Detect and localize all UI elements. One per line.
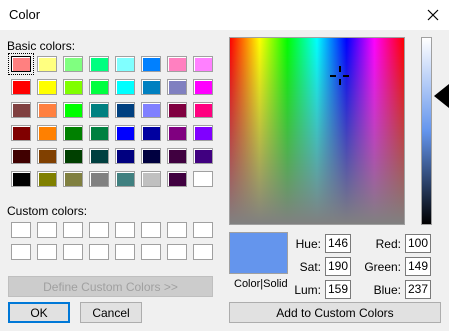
red-field[interactable]: 100 [405,234,431,253]
basic-color-swatch[interactable] [115,79,135,95]
basic-color-swatch[interactable] [193,102,213,118]
basic-color-swatch[interactable] [115,56,135,72]
basic-color-swatch[interactable] [141,171,161,187]
basic-color-swatch[interactable] [167,56,187,72]
basic-color-swatch[interactable] [37,171,57,187]
custom-color-swatch[interactable] [193,244,213,260]
crosshair-icon [330,66,349,85]
basic-color-swatch[interactable] [115,171,135,187]
blue-label: Blue: [373,283,401,297]
custom-color-swatch[interactable] [167,244,187,260]
basic-color-swatch[interactable] [8,53,34,75]
basic-color-swatch[interactable] [37,79,57,95]
basic-color-swatch[interactable] [89,148,109,164]
basic-color-swatch[interactable] [89,56,109,72]
title-bar: Color [0,0,449,30]
basic-color-swatch[interactable] [37,56,57,72]
basic-color-swatch[interactable] [89,171,109,187]
basic-color-swatch[interactable] [115,125,135,141]
red-label: Red: [375,237,401,251]
cancel-button[interactable]: Cancel [80,302,142,323]
basic-color-swatch[interactable] [89,125,109,141]
basic-color-swatch[interactable] [167,79,187,95]
basic-color-swatch[interactable] [193,148,213,164]
basic-color-swatch[interactable] [63,148,83,164]
basic-color-swatch[interactable] [11,79,31,95]
custom-color-swatch[interactable] [115,222,135,238]
lum-field[interactable]: 159 [325,280,351,299]
add-to-custom-colors-button[interactable]: Add to Custom Colors [229,302,441,323]
green-label: Green: [364,260,401,274]
define-custom-colors-button[interactable]: Define Custom Colors >> [8,276,213,297]
luminosity-bar[interactable] [421,37,432,225]
basic-color-swatch[interactable] [141,102,161,118]
basic-color-swatch[interactable] [193,56,213,72]
green-field[interactable]: 149 [405,257,431,276]
close-button[interactable] [417,0,449,30]
basic-color-swatch[interactable] [167,102,187,118]
custom-color-swatch[interactable] [115,244,135,260]
lum-label: Lum: [294,283,321,297]
custom-color-swatch[interactable] [167,222,187,238]
basic-color-swatch[interactable] [63,125,83,141]
custom-color-swatch[interactable] [89,244,109,260]
luminosity-slider-arrow-icon[interactable] [434,84,449,108]
basic-color-swatch[interactable] [63,79,83,95]
basic-color-swatch[interactable] [167,171,187,187]
basic-color-swatch[interactable] [193,171,213,187]
custom-colors-label: Custom colors: [7,204,88,218]
basic-color-swatch[interactable] [141,125,161,141]
basic-color-swatch[interactable] [141,148,161,164]
window-title: Color [9,7,41,22]
basic-color-swatch[interactable] [89,102,109,118]
custom-color-swatch[interactable] [11,244,31,260]
blue-field[interactable]: 237 [405,280,431,299]
custom-color-swatch[interactable] [63,222,83,238]
custom-color-swatch[interactable] [37,244,57,260]
basic-color-swatch[interactable] [115,148,135,164]
basic-color-swatch[interactable] [193,125,213,141]
ok-button[interactable]: OK [8,302,70,323]
basic-color-swatch[interactable] [193,79,213,95]
basic-color-swatch[interactable] [141,79,161,95]
basic-color-swatch[interactable] [167,125,187,141]
custom-color-swatch[interactable] [11,222,31,238]
custom-color-swatch[interactable] [63,244,83,260]
basic-color-swatch[interactable] [141,56,161,72]
hue-label: Hue: [295,237,321,251]
basic-color-swatch[interactable] [37,102,57,118]
sat-label: Sat: [299,260,321,274]
close-icon [427,9,439,21]
custom-color-swatch[interactable] [89,222,109,238]
basic-color-swatch[interactable] [167,148,187,164]
custom-color-swatch[interactable] [141,244,161,260]
basic-color-swatch[interactable] [11,148,31,164]
basic-colors-label: Basic colors: [7,39,76,53]
basic-color-swatch[interactable] [11,125,31,141]
basic-color-swatch[interactable] [115,102,135,118]
custom-color-swatch[interactable] [141,222,161,238]
color-preview [229,232,288,274]
basic-color-swatch[interactable] [11,171,31,187]
sat-field[interactable]: 190 [325,257,351,276]
basic-color-swatch[interactable] [63,102,83,118]
basic-color-swatch[interactable] [63,56,83,72]
custom-color-swatch[interactable] [37,222,57,238]
basic-color-swatch[interactable] [11,102,31,118]
basic-color-swatch[interactable] [37,125,57,141]
custom-color-swatch[interactable] [193,222,213,238]
basic-color-swatch[interactable] [63,171,83,187]
basic-color-swatch[interactable] [89,79,109,95]
color-spectrum[interactable] [229,37,405,225]
hue-field[interactable]: 146 [325,234,351,253]
color-solid-label: Color|Solid [234,278,288,290]
basic-color-swatch[interactable] [37,148,57,164]
